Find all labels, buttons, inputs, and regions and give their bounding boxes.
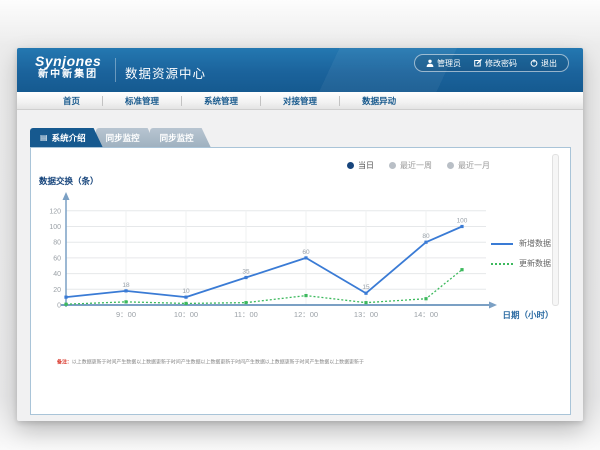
svg-text:9：00: 9：00: [116, 310, 136, 319]
user-toolbar: 管理员 修改密码 退出: [414, 54, 569, 72]
company-logo: Synjones 新中新集团: [35, 54, 101, 80]
change-password-button[interactable]: 修改密码: [474, 58, 517, 69]
range-label: 当日: [358, 160, 374, 171]
range-label: 最近一周: [400, 160, 432, 171]
radio-icon: [389, 162, 396, 169]
footnote-label: 备注：: [57, 359, 72, 365]
tab-system-intro[interactable]: ▤ 系统介绍: [30, 128, 103, 147]
page-content: ▤ 系统介绍 同步监控 同步监控 当日 最近一周: [17, 110, 583, 415]
logo-text-en: Synjones: [35, 54, 101, 69]
logo-text-cn: 新中新集团: [35, 69, 101, 80]
range-option-last-month[interactable]: 最近一月: [447, 160, 490, 171]
app-window: Synjones 新中新集团 数据资源中心 管理员 修改密码 退出 首页 标准管…: [17, 48, 583, 421]
svg-text:35: 35: [242, 269, 250, 276]
tab-sync-monitor-2[interactable]: 同步监控: [150, 128, 211, 147]
app-header: Synjones 新中新集团 数据资源中心 管理员 修改密码 退出: [17, 48, 583, 92]
svg-text:80: 80: [422, 233, 430, 240]
svg-text:10：00: 10：00: [174, 310, 198, 319]
legend-item-update-data[interactable]: 更新数据: [491, 258, 551, 269]
time-range-options: 当日 最近一周 最近一月: [347, 160, 490, 171]
legend-label: 更新数据: [519, 258, 551, 269]
document-icon: ▤: [40, 134, 48, 142]
user-icon: [426, 59, 434, 67]
logout-button[interactable]: 退出: [530, 58, 557, 69]
solid-line-icon: [491, 243, 513, 245]
svg-text:80: 80: [53, 240, 61, 247]
svg-text:0: 0: [57, 303, 61, 310]
header-divider: [115, 58, 116, 82]
app-title: 数据资源中心: [125, 63, 206, 82]
logout-label: 退出: [541, 58, 557, 69]
svg-text:日期（小时）: 日期（小时）: [502, 310, 553, 320]
tab-bar: ▤ 系统介绍 同步监控 同步监控: [30, 128, 571, 147]
svg-text:60: 60: [302, 249, 310, 256]
svg-text:13：00: 13：00: [354, 310, 378, 319]
tab-label: 同步监控: [160, 132, 194, 144]
svg-text:100: 100: [49, 224, 61, 231]
svg-text:20: 20: [53, 287, 61, 294]
svg-text:15: 15: [362, 284, 370, 291]
nav-item-standard-mgmt[interactable]: 标准管理: [103, 95, 181, 107]
legend-label: 新增数据: [519, 238, 551, 249]
nav-item-data-change[interactable]: 数据异动: [340, 95, 418, 107]
svg-text:100: 100: [457, 218, 468, 225]
svg-text:11：00: 11：00: [234, 310, 258, 319]
edit-icon: [474, 59, 482, 67]
power-icon: [530, 59, 538, 67]
change-password-label: 修改密码: [485, 58, 517, 69]
range-option-today[interactable]: 当日: [347, 160, 374, 171]
series-legend: 新增数据 更新数据: [491, 238, 551, 269]
admin-user[interactable]: 管理员: [426, 58, 461, 69]
footnote: 备注：以上数据更新于时间产生数据以上数据更新于时间产生数据以上数据更新于时间产生…: [57, 358, 519, 365]
range-option-last-week[interactable]: 最近一周: [389, 160, 432, 171]
main-navbar: 首页 标准管理 系统管理 对接管理 数据异动: [17, 92, 583, 110]
radio-icon: [447, 162, 454, 169]
nav-item-interface-mgmt[interactable]: 对接管理: [261, 95, 339, 107]
svg-text:18: 18: [122, 282, 130, 289]
footnote-text: 以上数据更新于时间产生数据以上数据更新于时间产生数据以上数据更新于时间产生数据以…: [72, 359, 364, 365]
tab-label: 系统介绍: [52, 132, 86, 144]
svg-text:10: 10: [182, 288, 190, 295]
dotted-line-icon: [491, 263, 513, 265]
panel-scrollbar[interactable]: [552, 154, 559, 306]
svg-text:120: 120: [49, 208, 61, 215]
svg-text:40: 40: [53, 271, 61, 278]
radio-icon: [347, 162, 354, 169]
svg-text:60: 60: [53, 255, 61, 262]
svg-text:14：00: 14：00: [414, 310, 438, 319]
admin-label: 管理员: [437, 58, 461, 69]
tab-sync-monitor-1[interactable]: 同步监控: [96, 128, 157, 147]
legend-item-new-data[interactable]: 新增数据: [491, 238, 551, 249]
nav-item-system-mgmt[interactable]: 系统管理: [182, 95, 260, 107]
tab-label: 同步监控: [106, 132, 140, 144]
range-label: 最近一月: [458, 160, 490, 171]
svg-text:12：00: 12：00: [294, 310, 318, 319]
chart-panel: 当日 最近一周 最近一月 数据交换（条） 0204060801001209：00…: [30, 147, 571, 415]
nav-item-home[interactable]: 首页: [41, 95, 102, 107]
